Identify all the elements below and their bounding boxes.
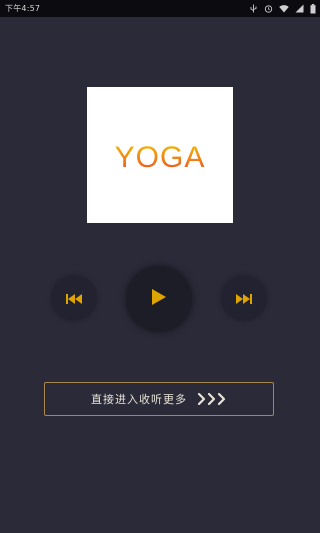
status-time: 下午4:57 bbox=[5, 4, 41, 13]
previous-button[interactable] bbox=[52, 276, 96, 320]
album-cover: YOGA bbox=[87, 87, 233, 223]
listen-more-label: 直接进入收听更多 bbox=[91, 393, 187, 406]
signal-icon bbox=[295, 4, 304, 13]
play-icon bbox=[151, 288, 167, 310]
next-button[interactable] bbox=[222, 276, 266, 320]
listen-more-button[interactable]: 直接进入收听更多 bbox=[44, 382, 274, 416]
skip-previous-icon bbox=[66, 289, 82, 308]
battery-icon bbox=[310, 3, 316, 14]
triple-chevron-right-icon bbox=[197, 392, 227, 406]
play-button[interactable] bbox=[126, 266, 192, 332]
wifi-icon bbox=[279, 4, 289, 13]
usb-icon bbox=[249, 4, 258, 13]
status-bar: 下午4:57 bbox=[0, 0, 320, 17]
skip-next-icon bbox=[236, 289, 252, 308]
status-icons bbox=[249, 0, 316, 17]
yoga-logo: YOGA bbox=[115, 141, 206, 174]
logo-text: YOGA bbox=[115, 141, 206, 174]
alarm-icon bbox=[264, 4, 273, 13]
